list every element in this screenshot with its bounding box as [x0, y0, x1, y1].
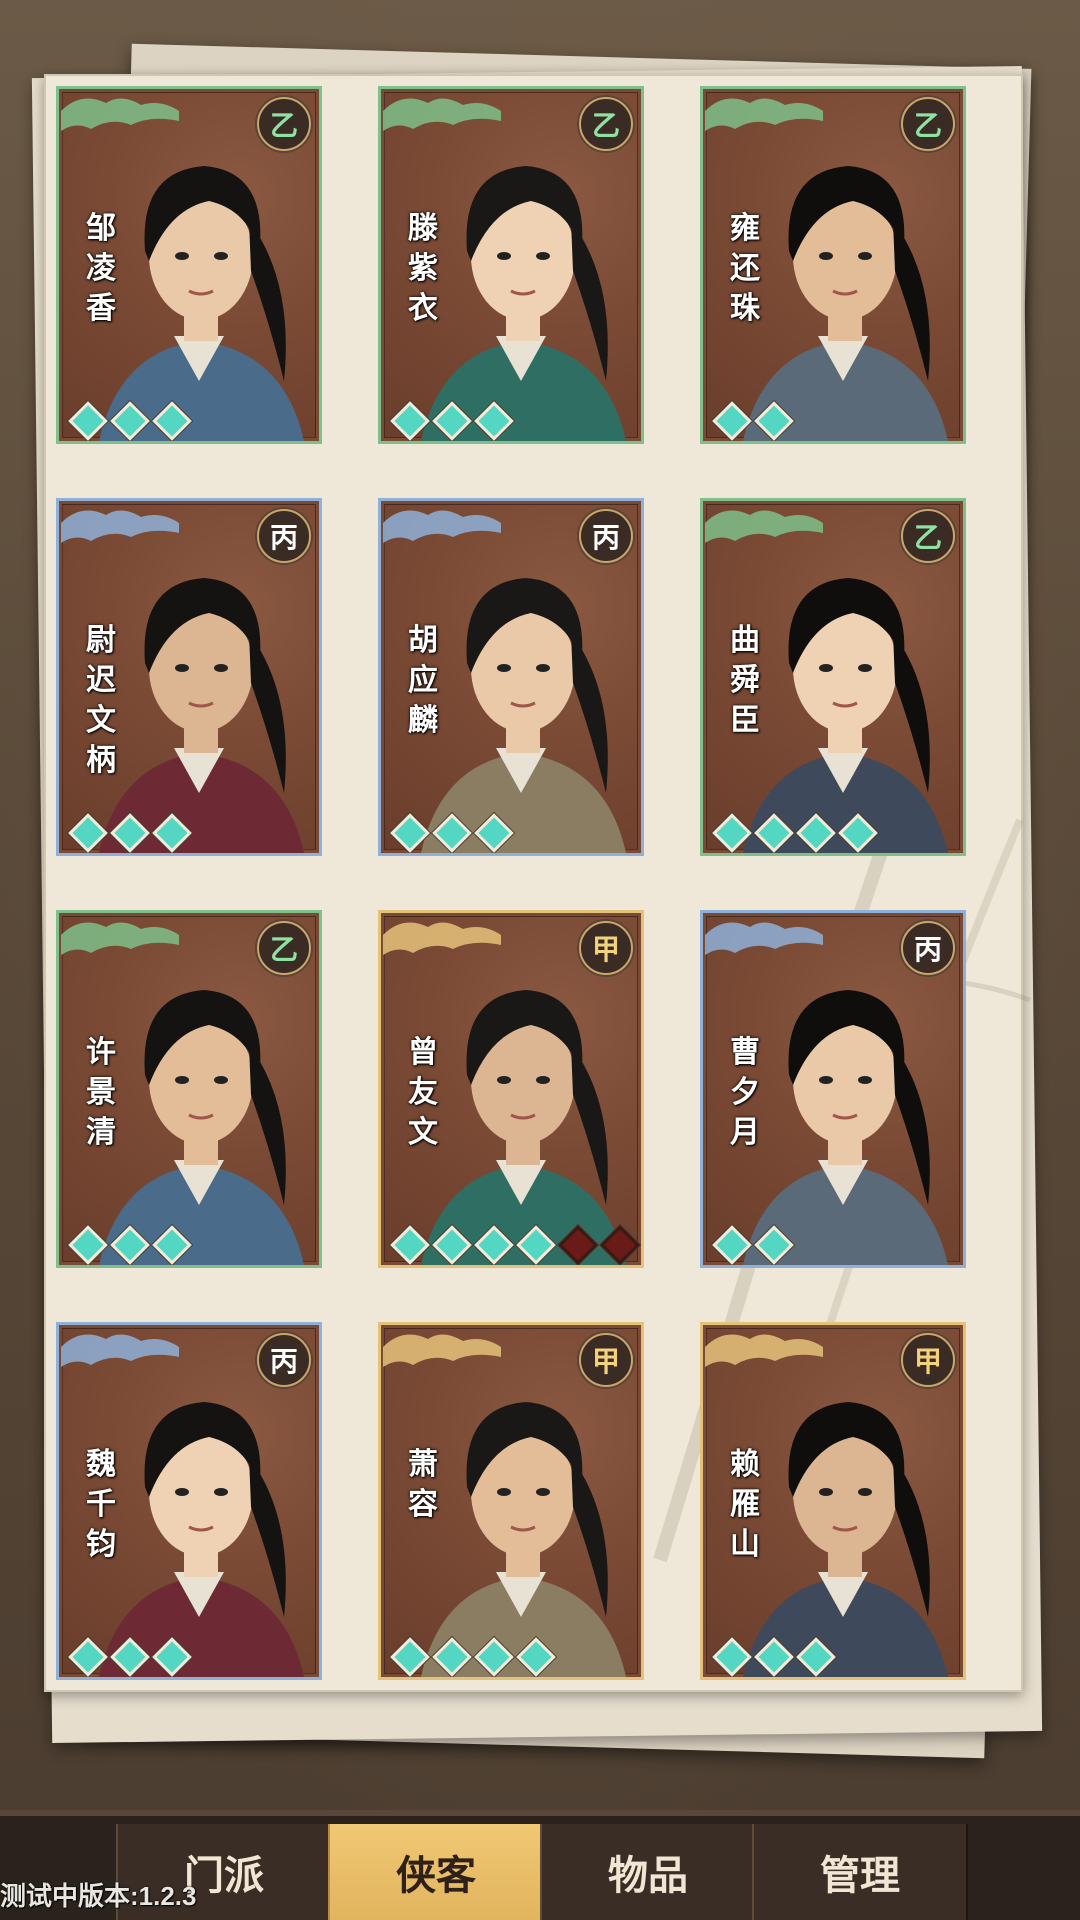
grade-badge: 乙	[901, 97, 955, 151]
hero-name-char: 臣	[730, 703, 760, 738]
star-rating	[712, 401, 794, 441]
star-rating	[68, 813, 192, 853]
hero-name-char: 文	[86, 703, 116, 738]
hero-card[interactable]: 乙曲舜臣	[700, 498, 966, 856]
hero-name: 尉迟文柄	[81, 621, 121, 781]
hero-name: 曾友文	[403, 1033, 443, 1153]
hero-name: 萧容	[403, 1445, 443, 1525]
star-rating	[712, 813, 878, 853]
hero-name-char: 柄	[86, 743, 116, 778]
grade-badge: 丙	[901, 921, 955, 975]
star-rating	[390, 401, 514, 441]
hero-name-char: 魏	[86, 1447, 116, 1482]
grade-badge: 甲	[901, 1333, 955, 1387]
hero-name-char: 景	[86, 1075, 116, 1110]
hero-name-char: 雍	[730, 211, 760, 246]
version-label: 测试中版本:1.2.3	[0, 1881, 197, 1911]
hero-name-char: 曾	[408, 1035, 438, 1070]
tab-items[interactable]: 物品	[540, 1824, 756, 1920]
hero-name-char: 友	[408, 1075, 438, 1110]
grade-badge: 甲	[579, 921, 633, 975]
hero-name-char: 容	[408, 1487, 438, 1522]
hero-name: 滕紫衣	[403, 209, 443, 329]
grade-badge: 甲	[579, 1333, 633, 1387]
hero-name: 魏千钧	[81, 1445, 121, 1565]
tab-heroes[interactable]: 侠客	[328, 1824, 544, 1920]
star-rating	[68, 1225, 192, 1265]
hero-card[interactable]: 丙魏千钧	[56, 1322, 322, 1680]
hero-name-char: 紫	[408, 251, 438, 286]
star-rating	[390, 1637, 556, 1677]
hero-card[interactable]: 乙雍还珠	[700, 86, 966, 444]
hero-name-char: 赖	[730, 1447, 760, 1482]
hero-name-char: 应	[408, 663, 438, 698]
star-rating	[712, 1637, 836, 1677]
hero-name: 许景清	[81, 1033, 121, 1153]
hero-name-char: 珠	[730, 291, 760, 326]
star-rating	[68, 401, 192, 441]
hero-name-char: 滕	[408, 211, 438, 246]
hero-card[interactable]: 甲萧容	[378, 1322, 644, 1680]
star-rating	[68, 1637, 192, 1677]
hero-name: 雍还珠	[725, 209, 765, 329]
hero-card[interactable]: 甲曾友文	[378, 910, 644, 1268]
hero-name-char: 钧	[86, 1527, 116, 1562]
hero-name-char: 月	[730, 1115, 760, 1150]
grade-badge: 丙	[257, 509, 311, 563]
hero-name: 赖雁山	[725, 1445, 765, 1565]
hero-name-char: 曲	[730, 623, 760, 658]
hero-name-char: 雁	[730, 1487, 760, 1522]
hero-name-char: 萧	[408, 1447, 438, 1482]
hero-name-char: 还	[730, 251, 760, 286]
tab-manage[interactable]: 管理	[752, 1824, 968, 1920]
hero-name: 胡应麟	[403, 621, 443, 741]
hero-name-char: 尉	[86, 623, 116, 658]
grade-badge: 乙	[257, 921, 311, 975]
hero-card[interactable]: 乙滕紫衣	[378, 86, 644, 444]
hero-name-char: 迟	[86, 663, 116, 698]
hero-name-char: 文	[408, 1115, 438, 1150]
hero-name-char: 邹	[86, 211, 116, 246]
grade-badge: 乙	[579, 97, 633, 151]
hero-name: 邹凌香	[81, 209, 121, 329]
grade-badge: 乙	[901, 509, 955, 563]
hero-name-char: 衣	[408, 291, 438, 326]
hero-card[interactable]: 丙曹夕月	[700, 910, 966, 1268]
hero-name-char: 香	[86, 291, 116, 326]
grade-badge: 丙	[257, 1333, 311, 1387]
star-rating	[712, 1225, 794, 1265]
hero-name-char: 麟	[408, 703, 438, 738]
grade-badge: 丙	[579, 509, 633, 563]
hero-card[interactable]: 乙许景清	[56, 910, 322, 1268]
hero-card[interactable]: 丙胡应麟	[378, 498, 644, 856]
star-rating	[390, 1225, 640, 1265]
hero-name: 曹夕月	[725, 1033, 765, 1153]
hero-name-char: 舜	[730, 663, 760, 698]
star-rating	[390, 813, 514, 853]
hero-name-char: 千	[86, 1487, 116, 1522]
hero-name-char: 夕	[730, 1075, 760, 1110]
tab-bar-top-strip	[0, 1810, 1080, 1816]
hero-name: 曲舜臣	[725, 621, 765, 741]
hero-name-char: 清	[86, 1115, 116, 1150]
hero-card[interactable]: 甲赖雁山	[700, 1322, 966, 1680]
hero-card[interactable]: 丙尉迟文柄	[56, 498, 322, 856]
hero-name-char: 胡	[408, 623, 438, 658]
hero-name-char: 曹	[730, 1035, 760, 1070]
hero-name-char: 许	[86, 1035, 116, 1070]
grade-badge: 乙	[257, 97, 311, 151]
hero-card[interactable]: 乙邹凌香	[56, 86, 322, 444]
hero-name-char: 山	[730, 1527, 760, 1562]
hero-name-char: 凌	[86, 251, 116, 286]
